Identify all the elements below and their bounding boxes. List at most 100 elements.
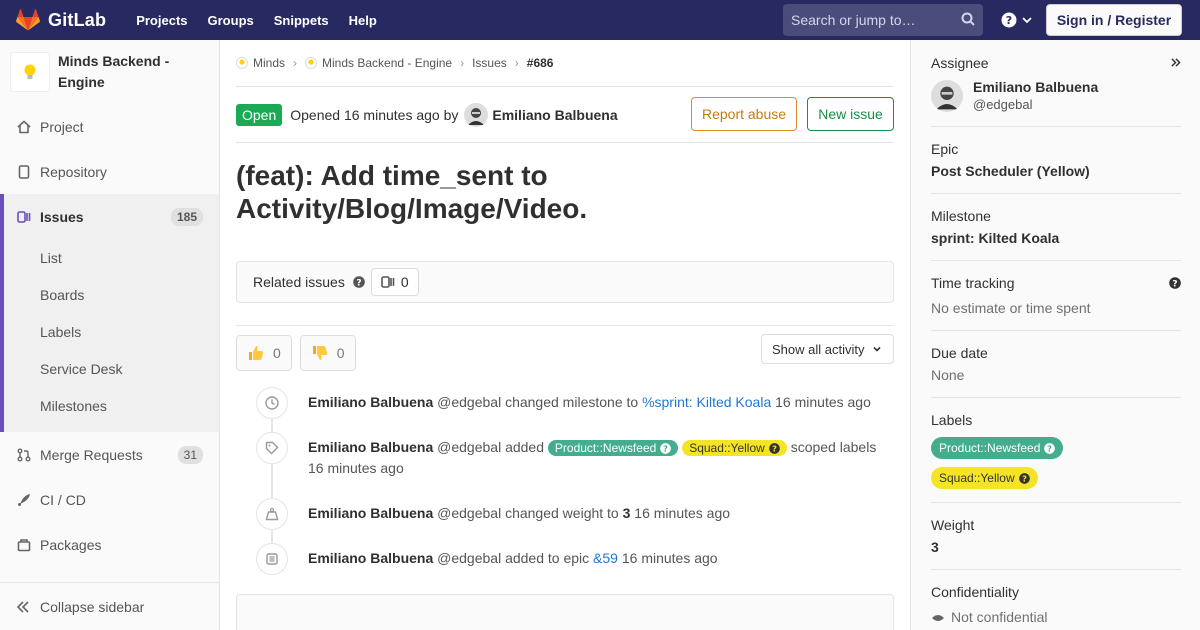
new-issue-button[interactable]: New issue xyxy=(807,97,894,131)
gitlab-logo[interactable]: GitLab xyxy=(16,9,106,31)
question-circle-icon[interactable]: ? xyxy=(353,276,365,288)
note-author[interactable]: Emiliano Balbuena xyxy=(308,439,433,455)
package-icon xyxy=(16,537,32,553)
tag-icon xyxy=(256,432,288,464)
search-box[interactable] xyxy=(783,4,983,36)
breadcrumb-project[interactable]: Minds Backend - Engine xyxy=(305,56,452,70)
label-product-newsfeed[interactable]: Product::Newsfeed? xyxy=(931,437,1064,459)
question-circle-icon: ? xyxy=(1044,442,1056,454)
note-handle: @edgebal xyxy=(437,439,502,455)
assignee-section: Assignee Emiliano Balbuena @edgebal xyxy=(931,40,1181,127)
sidebar-item-merge-requests[interactable]: Merge Requests 31 xyxy=(0,432,219,477)
time-tracking-section: Time tracking ? No estimate or time spen… xyxy=(931,261,1181,331)
breadcrumb-minds[interactable]: Minds xyxy=(236,56,285,70)
confidentiality-section: Confidentiality Not confidential xyxy=(931,570,1181,630)
assignee-title: Assignee xyxy=(931,55,989,71)
related-issues-count[interactable]: 0 xyxy=(370,268,419,296)
note-action: added to epic xyxy=(505,550,590,566)
label-squad-yellow[interactable]: Squad::Yellow? xyxy=(682,440,787,456)
author-avatar[interactable] xyxy=(464,102,489,127)
sidebar-item-ci-cd[interactable]: CI / CD xyxy=(0,477,219,522)
eye-icon xyxy=(931,611,945,625)
sidebar-sub-labels[interactable]: Labels xyxy=(4,313,219,350)
milestone-section: Milestone sprint: Kilted Koala xyxy=(931,194,1181,261)
due-date-value: None xyxy=(931,367,965,383)
search-input[interactable] xyxy=(791,12,951,28)
issues-icon xyxy=(16,209,32,225)
nav-projects[interactable]: Projects xyxy=(136,13,187,28)
note-author[interactable]: Emiliano Balbuena xyxy=(308,394,433,410)
collapse-sidebar-button[interactable]: Collapse sidebar xyxy=(0,582,219,630)
label-text: Squad::Yellow xyxy=(689,441,765,455)
related-issues-label: Related issues xyxy=(253,274,345,290)
note-author[interactable]: Emiliano Balbuena xyxy=(308,505,433,521)
question-circle-icon[interactable]: ? xyxy=(1169,277,1181,289)
question-circle-icon: ? xyxy=(1001,12,1017,28)
assignee-row[interactable]: Emiliano Balbuena @edgebal xyxy=(931,79,1181,112)
issues-icon xyxy=(381,276,395,288)
activity-filter-dropdown[interactable]: Show all activity xyxy=(761,334,894,364)
awards-row: 0 0 Show all activity xyxy=(236,334,894,371)
breadcrumb-issue-number[interactable]: #686 xyxy=(527,56,554,70)
sidebar-item-label: CI / CD xyxy=(40,491,86,508)
due-date-section: Due date None xyxy=(931,331,1181,398)
help-dropdown[interactable]: ? xyxy=(1001,12,1033,28)
note-action: changed weight to xyxy=(505,505,619,521)
sidebar-item-repository[interactable]: Repository xyxy=(0,149,219,194)
rocket-icon xyxy=(16,492,32,508)
label-squad-yellow[interactable]: Squad::Yellow? xyxy=(931,467,1038,489)
system-note: Emiliano Balbuena @edgebal changed miles… xyxy=(236,387,894,432)
issue-header: Open Opened 16 minutes ago by Emiliano B… xyxy=(236,87,894,143)
system-note: Emiliano Balbuena @edgebal changed weigh… xyxy=(236,498,894,543)
sidebar-item-packages[interactable]: Packages xyxy=(0,522,219,567)
sidebar-sub-list[interactable]: List xyxy=(4,239,219,276)
sidebar-sub-service-desk[interactable]: Service Desk xyxy=(4,350,219,387)
note-handle: @edgebal xyxy=(437,394,502,410)
assignee-name[interactable]: Emiliano Balbuena xyxy=(973,79,1098,95)
collapse-sidebar-label: Collapse sidebar xyxy=(40,598,145,615)
sidebar-item-project[interactable]: Project xyxy=(0,104,219,149)
due-date-title: Due date xyxy=(931,345,988,361)
nav-groups[interactable]: Groups xyxy=(208,13,254,28)
thumbsdown-award-button[interactable]: 0 xyxy=(299,334,356,371)
sign-in-register-button[interactable]: Sign in / Register xyxy=(1046,4,1182,36)
label-product-newsfeed[interactable]: Product::Newsfeed? xyxy=(547,440,679,456)
milestone-link[interactable]: %sprint: Kilted Koala xyxy=(642,394,771,410)
search-icon[interactable] xyxy=(961,12,975,29)
brand-name: GitLab xyxy=(48,9,107,30)
thumbsup-award-button[interactable]: 0 xyxy=(236,334,292,371)
breadcrumb-chevron-icon: › xyxy=(460,56,465,70)
note-action: added xyxy=(505,439,545,455)
home-icon xyxy=(16,119,32,135)
status-badge: Open xyxy=(236,103,283,126)
nav-snippets[interactable]: Snippets xyxy=(274,13,329,28)
right-sidebar: Assignee Emiliano Balbuena @edgebal Epic… xyxy=(910,40,1200,630)
sidebar-item-issues[interactable]: Issues 185 xyxy=(0,194,219,239)
milestone-title: Milestone xyxy=(931,208,991,224)
epic-value[interactable]: Post Scheduler (Yellow) xyxy=(931,163,1181,180)
sidebar-item-label: Repository xyxy=(40,163,107,180)
weight-value: 3 xyxy=(622,505,631,521)
issue-opened-meta: Opened 16 minutes ago by Emiliano Balbue… xyxy=(290,102,618,127)
svg-text:?: ? xyxy=(1172,280,1177,290)
chevron-down-icon xyxy=(1022,17,1032,24)
double-chevron-right-icon[interactable] xyxy=(1170,57,1181,68)
confidentiality-value: Not confidential xyxy=(931,609,1181,626)
milestone-value[interactable]: sprint: Kilted Koala xyxy=(931,230,1181,247)
related-issues-box: Related issues ? 0 xyxy=(236,261,894,303)
left-sidebar: Minds Backend - Engine Project Repositor… xyxy=(0,40,220,630)
note-time: 16 minutes ago xyxy=(621,550,718,566)
note-author[interactable]: Emiliano Balbuena xyxy=(308,550,433,566)
nav-help[interactable]: Help xyxy=(349,13,377,28)
person-avatar-icon xyxy=(931,79,963,112)
author-name[interactable]: Emiliano Balbuena xyxy=(492,107,617,123)
assignee-avatar xyxy=(931,79,963,112)
sidebar-sub-milestones[interactable]: Milestones xyxy=(4,387,219,424)
report-abuse-button[interactable]: Report abuse xyxy=(691,97,797,131)
project-header[interactable]: Minds Backend - Engine xyxy=(0,40,219,104)
epic-link[interactable]: &59 xyxy=(593,550,618,566)
breadcrumb-issues[interactable]: Issues xyxy=(472,56,507,70)
thumbsup-icon xyxy=(247,344,265,362)
thumbsdown-icon xyxy=(311,344,329,362)
sidebar-sub-boards[interactable]: Boards xyxy=(4,276,219,313)
